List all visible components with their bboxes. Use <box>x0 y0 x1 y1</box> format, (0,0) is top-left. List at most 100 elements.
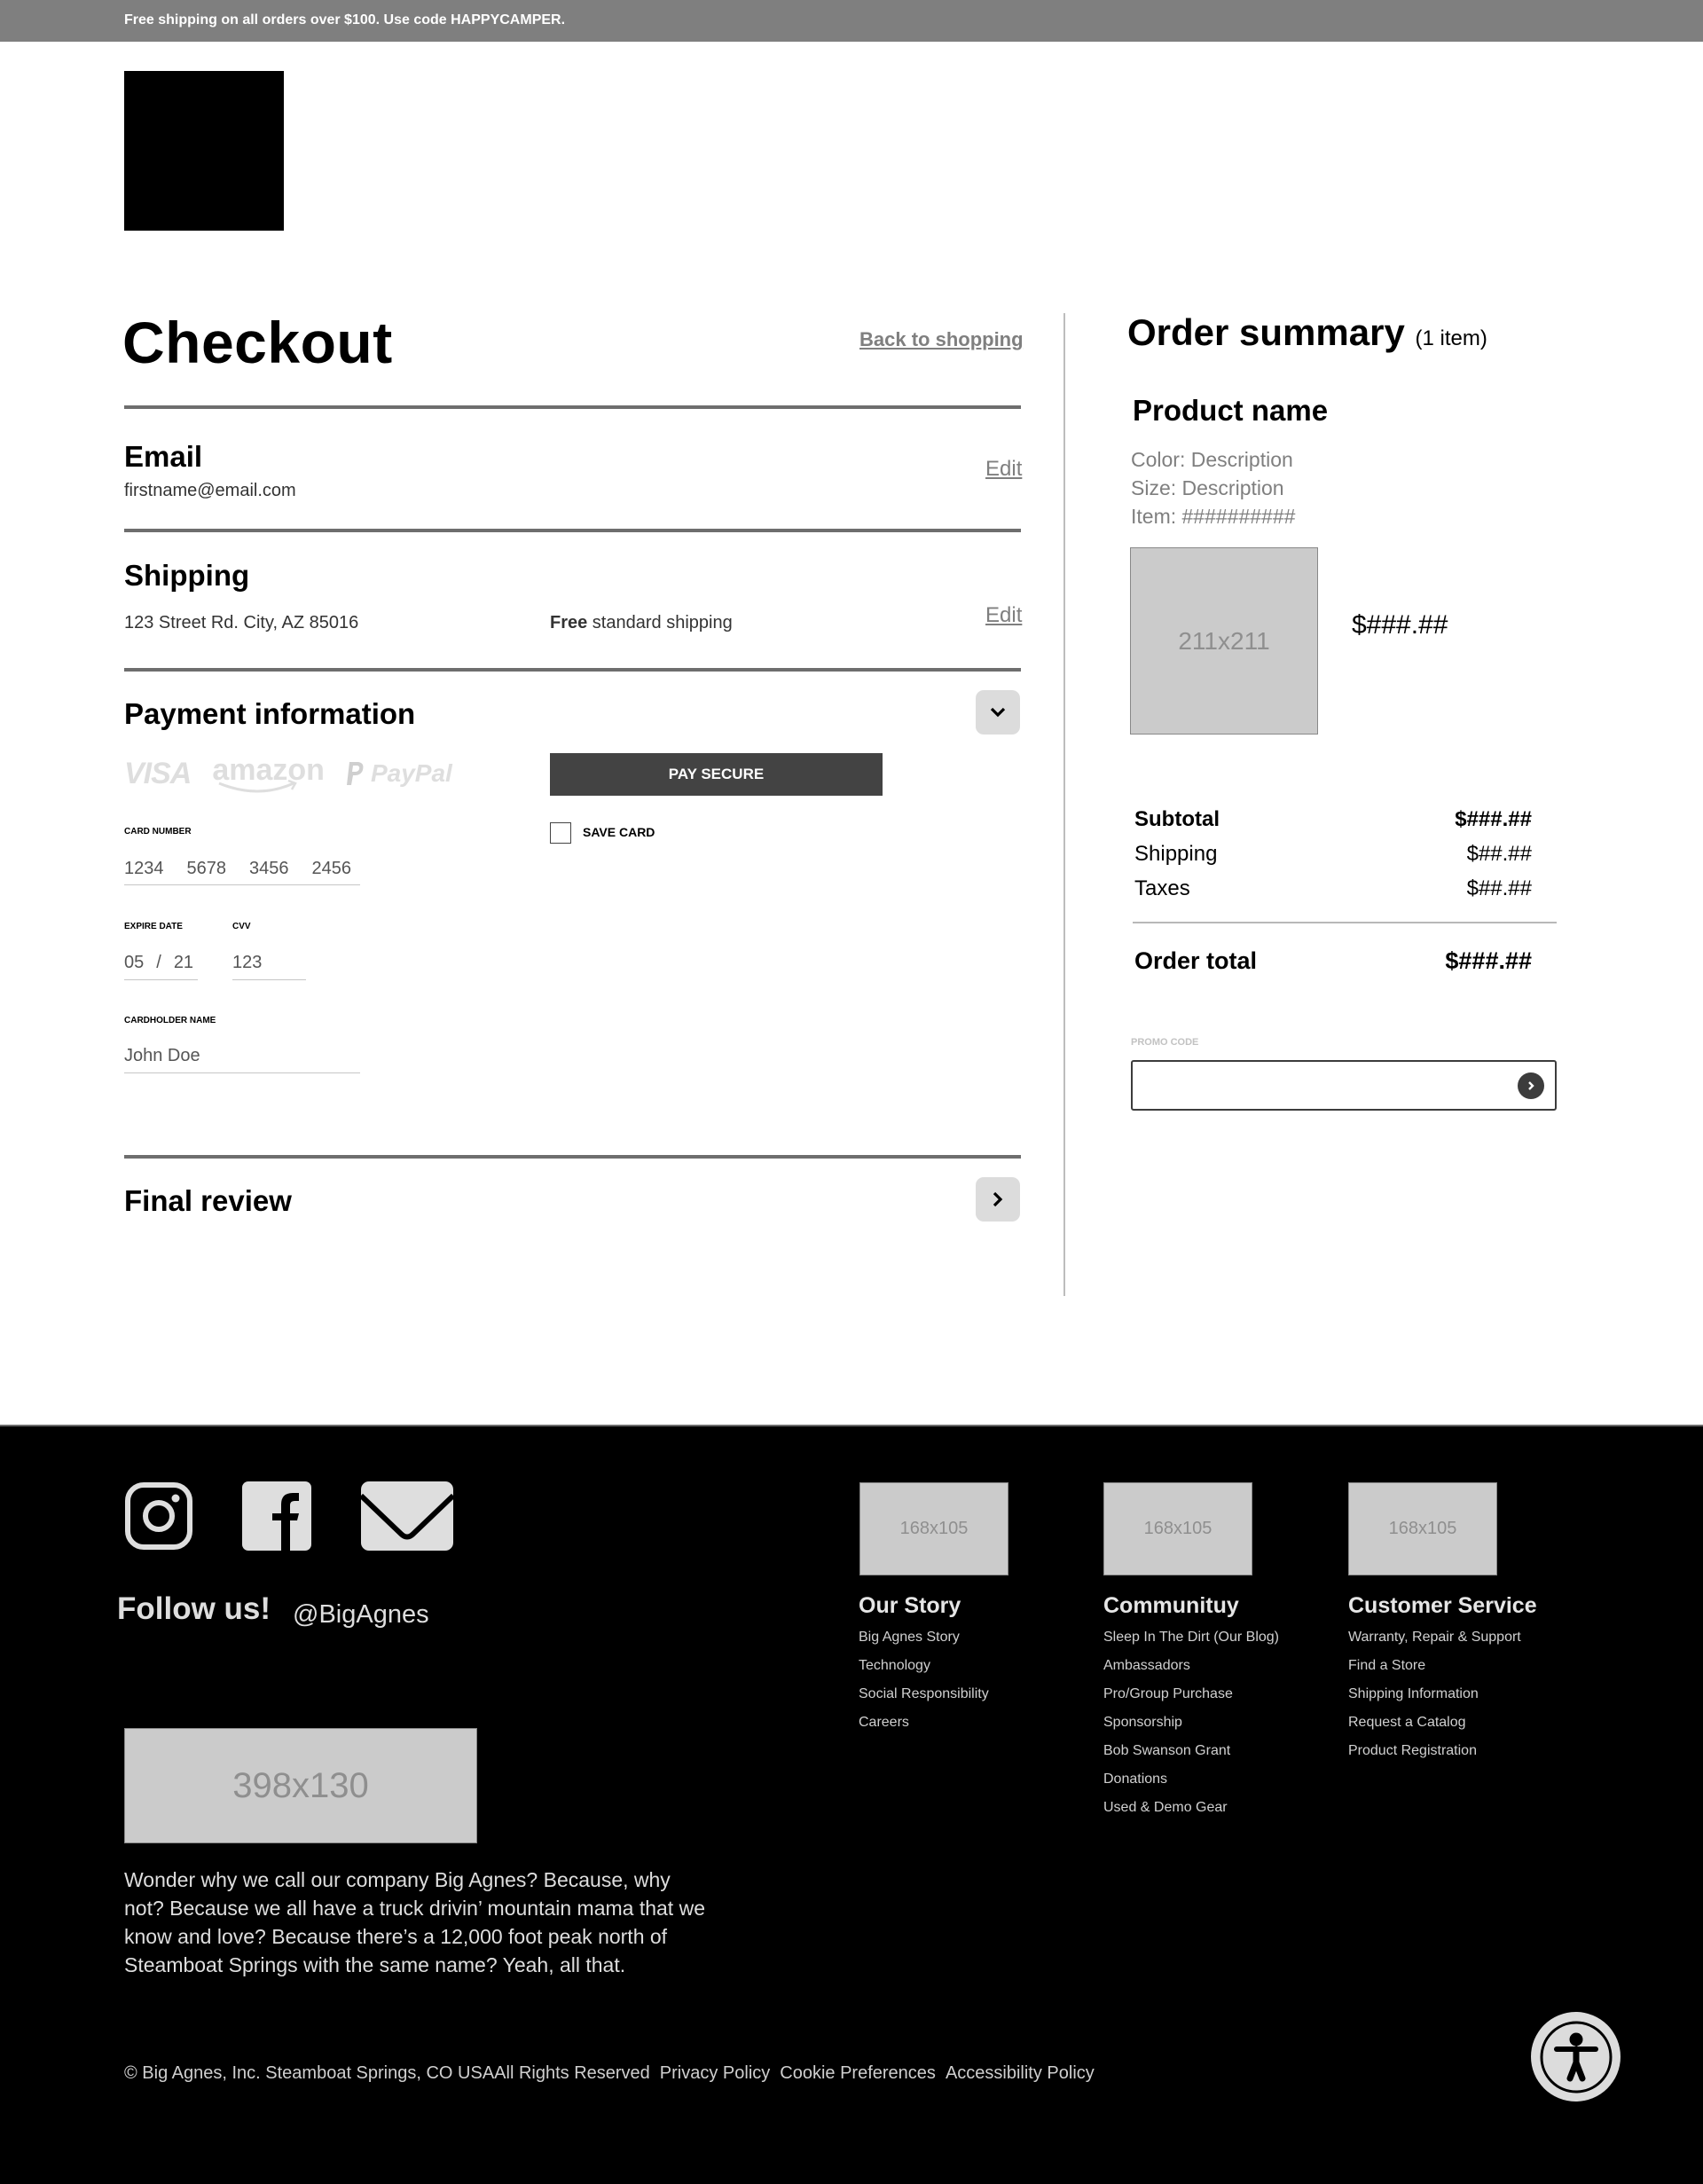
edit-email-link[interactable]: Edit <box>985 457 1022 482</box>
taxes-value: $##.## <box>1466 876 1532 900</box>
section-divider <box>124 405 1021 409</box>
product-size: Size: Description <box>1131 476 1284 499</box>
product-name: Product name <box>1133 394 1329 427</box>
footer-link[interactable]: Find a Store <box>1348 1657 1521 1685</box>
section-divider <box>124 668 1021 672</box>
product-image: 211x211 <box>1130 547 1318 735</box>
footer-link[interactable]: Donations <box>1103 1771 1279 1799</box>
privacy-policy-link[interactable]: Privacy Policy <box>660 2063 770 2084</box>
promo-code-field <box>1131 1060 1557 1111</box>
order-total-label: Order total <box>1134 947 1258 974</box>
card-number-label: CARD NUMBER <box>124 827 192 837</box>
product-color: Color: Description <box>1131 448 1293 471</box>
accessibility-policy-link[interactable]: Accessibility Policy <box>946 2063 1095 2084</box>
community-image: 168x105 <box>1103 1482 1252 1575</box>
footer-link[interactable]: Bob Swanson Grant <box>1103 1742 1279 1771</box>
about-text: Wonder why we call our company Big Agnes… <box>124 1868 705 1976</box>
instagram-link[interactable] <box>124 1481 193 1555</box>
taxes-label: Taxes <box>1134 876 1190 900</box>
product-item-number: Item: ########## <box>1131 505 1296 528</box>
footer-link[interactable]: Careers <box>859 1714 989 1742</box>
order-summary-title: Order summary (1 item) <box>1127 311 1487 354</box>
email-value: firstname@email.com <box>124 481 296 500</box>
community-heading: Communituy <box>1103 1593 1239 1618</box>
footer-link[interactable]: Social Responsibility <box>859 1685 989 1714</box>
footer-link[interactable]: Sleep In The Dirt (Our Blog) <box>1103 1629 1279 1657</box>
footer-link[interactable]: Product Registration <box>1348 1742 1521 1771</box>
facebook-link[interactable] <box>242 1481 311 1555</box>
section-divider <box>124 529 1021 532</box>
logo[interactable] <box>124 71 284 231</box>
payment-method-logos: VISA amazon PayPal <box>124 753 452 792</box>
expire-year: 21 <box>173 953 194 972</box>
chevron-right-icon <box>993 1191 1003 1207</box>
email-section-title: Email <box>124 440 203 473</box>
order-summary-heading: Order summary <box>1127 311 1405 353</box>
save-card-label: SAVE CARD <box>583 825 655 839</box>
shipping-address: 123 Street Rd. City, AZ 85016 <box>124 613 359 632</box>
facebook-icon <box>242 1481 311 1551</box>
visa-logo: VISA <box>124 756 192 790</box>
community-links: Sleep In The Dirt (Our Blog) Ambassadors… <box>1103 1629 1279 1827</box>
footer-link[interactable]: Big Agnes Story <box>859 1629 989 1657</box>
final-review-title: Final review <box>124 1184 292 1217</box>
footer-link[interactable]: Used & Demo Gear <box>1103 1799 1279 1827</box>
shipping-method: Free standard shipping <box>550 613 733 633</box>
card-number-input[interactable]: 1234 5678 3456 2456 <box>124 853 360 885</box>
promo-code-input[interactable] <box>1142 1069 1496 1103</box>
cvv-label: CVV <box>232 922 251 931</box>
edit-shipping-link[interactable]: Edit <box>985 603 1022 628</box>
promo-banner-text: Free shipping on all orders over $100. U… <box>124 12 566 27</box>
social-handle-link[interactable]: @BigAgnes <box>293 1600 429 1630</box>
shipping-cost-label: Shipping <box>1134 842 1218 866</box>
email-link[interactable] <box>358 1481 456 1555</box>
page-title: Checkout <box>122 310 393 375</box>
footer-link[interactable]: Warranty, Repair & Support <box>1348 1629 1521 1657</box>
apply-promo-button[interactable] <box>1518 1072 1544 1099</box>
card-number-group: 3456 <box>249 859 289 878</box>
accessibility-button[interactable] <box>1531 2012 1621 2102</box>
accessibility-icon <box>1540 2021 1612 2093</box>
footer-link[interactable]: Sponsorship <box>1103 1714 1279 1742</box>
follow-us-heading: Follow us! <box>117 1591 271 1626</box>
our-story-links: Big Agnes Story Technology Social Respon… <box>859 1629 989 1742</box>
save-card-checkbox[interactable] <box>550 822 571 844</box>
footer-link[interactable]: Ambassadors <box>1103 1657 1279 1685</box>
footer-hero-image: 398x130 <box>124 1728 477 1843</box>
customer-service-heading: Customer Service <box>1348 1593 1537 1618</box>
shipping-section-title: Shipping <box>124 559 250 592</box>
cvv-input[interactable]: 123 <box>232 947 306 980</box>
our-story-image: 168x105 <box>859 1482 1008 1575</box>
paypal-icon <box>346 762 364 785</box>
cvv-value: 123 <box>232 953 263 972</box>
cookie-preferences-link[interactable]: Cookie Preferences <box>780 2063 936 2084</box>
shipping-method-highlight: Free <box>550 613 588 632</box>
cardholder-name-label: CARDHOLDER NAME <box>124 1016 216 1025</box>
amazon-smile-icon <box>218 779 298 792</box>
order-total-value: $###.## <box>1445 947 1532 974</box>
footer-link[interactable]: Pro/Group Purchase <box>1103 1685 1279 1714</box>
expire-date-input[interactable]: 05 / 21 <box>124 947 198 980</box>
pay-secure-button[interactable]: PAY SECURE <box>550 753 883 796</box>
card-number-group: 2456 <box>311 859 352 878</box>
promo-code-label: PROMO CODE <box>1131 1037 1199 1048</box>
subtotal-label: Subtotal <box>1134 807 1220 831</box>
paypal-logo-text: PayPal <box>370 759 452 787</box>
expire-month: 05 <box>124 953 145 972</box>
final-review-toggle-button[interactable] <box>976 1177 1020 1222</box>
shipping-method-text: standard shipping <box>587 613 733 632</box>
instagram-icon <box>125 1482 192 1550</box>
footer-link[interactable]: Shipping Information <box>1348 1685 1521 1714</box>
cardholder-name-input[interactable]: John Doe <box>124 1040 360 1073</box>
paypal-logo: PayPal <box>346 759 452 788</box>
customer-service-image: 168x105 <box>1348 1482 1497 1575</box>
footer-link[interactable]: Request a Catalog <box>1348 1714 1521 1742</box>
payment-toggle-button[interactable] <box>976 690 1020 735</box>
our-story-heading: Our Story <box>859 1593 961 1618</box>
card-number-group: 5678 <box>186 859 227 878</box>
back-to-shopping-link[interactable]: Back to shopping <box>859 328 1024 351</box>
footer-link[interactable]: Technology <box>859 1657 989 1685</box>
customer-service-links: Warranty, Repair & Support Find a Store … <box>1348 1629 1521 1771</box>
cardholder-name-value: John Doe <box>124 1046 200 1065</box>
summary-divider <box>1133 922 1557 923</box>
